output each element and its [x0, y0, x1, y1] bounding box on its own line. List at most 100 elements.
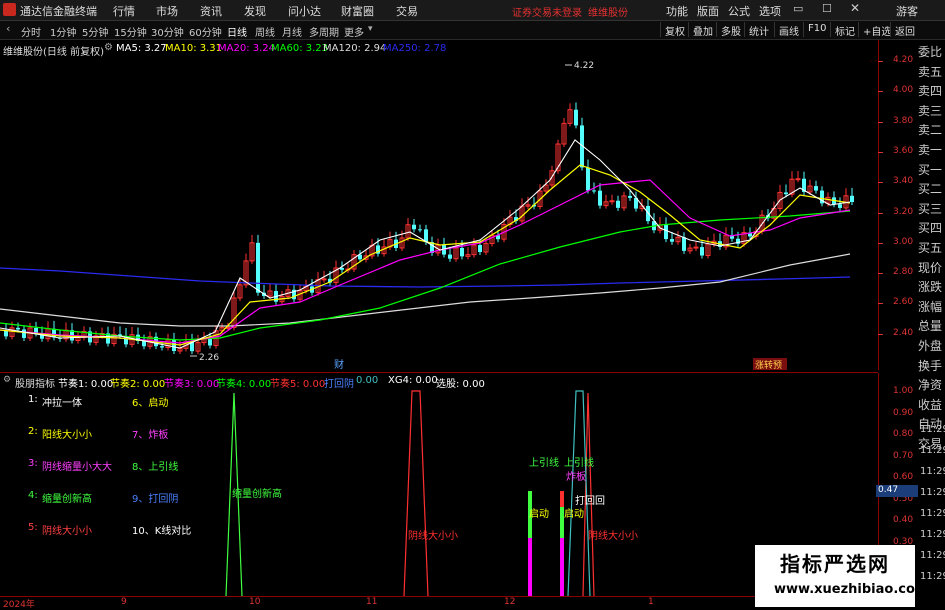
price-tick-label: 4.00 [893, 85, 914, 96]
period-tab-15min[interactable]: 15分钟 [114, 24, 147, 39]
period-tab-60min[interactable]: 60分钟 [189, 24, 222, 39]
candle-body[interactable] [814, 186, 818, 191]
candle-body[interactable] [850, 195, 854, 203]
btn-f10[interactable]: F10 [803, 22, 830, 37]
candle-body[interactable] [838, 204, 842, 208]
ma20-line [0, 179, 851, 344]
order-book-label: 涨跌 [918, 280, 943, 295]
btn-back[interactable]: 返回 [890, 22, 919, 38]
menu-options[interactable]: 选项 [759, 3, 781, 19]
legend-text: 7、炸板 [132, 430, 169, 441]
candle-body[interactable] [682, 237, 686, 251]
trade-time: 11:29 [920, 571, 945, 582]
legend-num: 3: [28, 458, 38, 469]
menu-ask[interactable]: 问小达 [288, 3, 321, 19]
period-tab-30min[interactable]: 30分钟 [151, 24, 184, 39]
sidebar-toggle-icon[interactable]: ‹ [6, 22, 10, 35]
order-book-label: 换手 [918, 358, 943, 373]
period-tab-more[interactable]: 更多 [344, 24, 364, 39]
order-book-label: 委比 [918, 45, 943, 59]
label-shang-yin-1: 上引线 [529, 456, 559, 469]
menu-market[interactable]: 市场 [156, 3, 178, 19]
event-marker-cai[interactable]: 财 [334, 358, 344, 370]
ma120-line [0, 253, 851, 327]
event-marker-zhang[interactable]: 涨转预 [755, 359, 782, 370]
candle-body[interactable] [172, 339, 176, 352]
btn-diejia[interactable]: 叠加 [688, 22, 717, 38]
order-book-label: 卖四 [918, 84, 943, 99]
price-tick-label: 2.40 [893, 327, 914, 338]
candle-body[interactable] [22, 329, 26, 338]
candle-body[interactable] [795, 178, 801, 181]
minimize-icon[interactable]: ▭ [793, 2, 803, 15]
candle-body[interactable] [586, 167, 590, 191]
menu-trade[interactable]: 交易 [396, 3, 418, 19]
period-tab-daily[interactable]: 日线 [227, 24, 247, 39]
price-tick-mark [878, 151, 883, 153]
restore-icon[interactable]: ☐ [822, 2, 832, 15]
btn-huaxian[interactable]: 画线 [774, 22, 803, 38]
btn-fuquan[interactable]: 复权 [660, 22, 689, 38]
btn-biaoji[interactable]: 标记 [830, 22, 859, 38]
price-tick-label: 2.60 [893, 297, 914, 308]
candlestick-chart[interactable]: 4.22 2.26 财 涨转预 [0, 40, 878, 370]
btn-tongji[interactable]: 统计 [744, 22, 773, 38]
candle-body[interactable] [16, 327, 20, 330]
price-tick-label: 3.80 [893, 115, 914, 126]
period-tab-1min[interactable]: 1分钟 [50, 24, 76, 39]
bar-magenta-2 [560, 538, 564, 596]
period-tab-monthly[interactable]: 月线 [282, 24, 302, 39]
price-tick-mark [878, 333, 883, 335]
menu-discover[interactable]: 发现 [244, 3, 266, 19]
candle-body[interactable] [784, 192, 788, 195]
candle-body[interactable] [700, 247, 704, 256]
candle-body[interactable] [670, 239, 674, 242]
more-chevron-icon[interactable]: ▾ [368, 24, 373, 34]
guest-user[interactable]: 游客 [896, 3, 918, 19]
candle-body[interactable] [460, 247, 464, 257]
legend-num: 2: [28, 426, 38, 437]
candle-body[interactable] [256, 242, 260, 293]
candle-body[interactable] [418, 229, 422, 231]
menu-function[interactable]: 功能 [666, 3, 688, 19]
candle-body[interactable] [478, 245, 482, 253]
order-book-label: 总量 [918, 319, 943, 334]
period-tab-fenshi[interactable]: 分时 [21, 24, 41, 39]
period-tab-5min[interactable]: 5分钟 [82, 24, 108, 39]
candle-body[interactable] [142, 340, 146, 347]
price-tick-mark [878, 303, 883, 305]
menu-news[interactable]: 资讯 [200, 3, 222, 19]
candle-body[interactable] [160, 346, 164, 348]
period-tab-weekly[interactable]: 周线 [255, 24, 275, 39]
candle-body[interactable] [592, 190, 596, 192]
candle-body[interactable] [208, 339, 212, 346]
candle-body[interactable] [412, 224, 416, 230]
price-tick-mark [878, 273, 883, 275]
menu-wealth[interactable]: 财富圈 [341, 3, 374, 19]
label-zha-ban: 炸板 [566, 470, 586, 483]
order-book-label: 现价 [918, 260, 943, 275]
legend-text: 9、打回阴 [132, 494, 179, 505]
legend-text: 阴线缩量小大大 [42, 462, 112, 473]
candle-body[interactable] [52, 328, 56, 338]
trade-time: 11:29 [920, 424, 945, 435]
candle-body[interactable] [598, 190, 602, 206]
candle-body[interactable] [616, 200, 620, 208]
candle-body[interactable] [664, 225, 668, 240]
period-tab-multi[interactable]: 多周期 [309, 24, 339, 39]
menu-layout[interactable]: 版面 [697, 3, 719, 19]
candle-body[interactable] [628, 195, 632, 198]
candles-group [4, 102, 854, 355]
close-icon[interactable]: ✕ [850, 1, 860, 15]
login-warning[interactable]: 证券交易未登录 [512, 4, 582, 19]
price-tick-label: 3.00 [893, 236, 914, 247]
candle-body[interactable] [574, 109, 578, 126]
menu-formula[interactable]: 公式 [728, 3, 750, 19]
menu-quotes[interactable]: 行情 [113, 3, 135, 19]
order-book-label: 卖二 [918, 123, 943, 138]
watermark-url: www.xuezhibiao.com [774, 582, 929, 597]
candle-body[interactable] [448, 254, 452, 259]
candle-body[interactable] [321, 278, 327, 281]
btn-duogu[interactable]: 多股 [716, 22, 745, 38]
legend-num: 4: [28, 490, 38, 501]
